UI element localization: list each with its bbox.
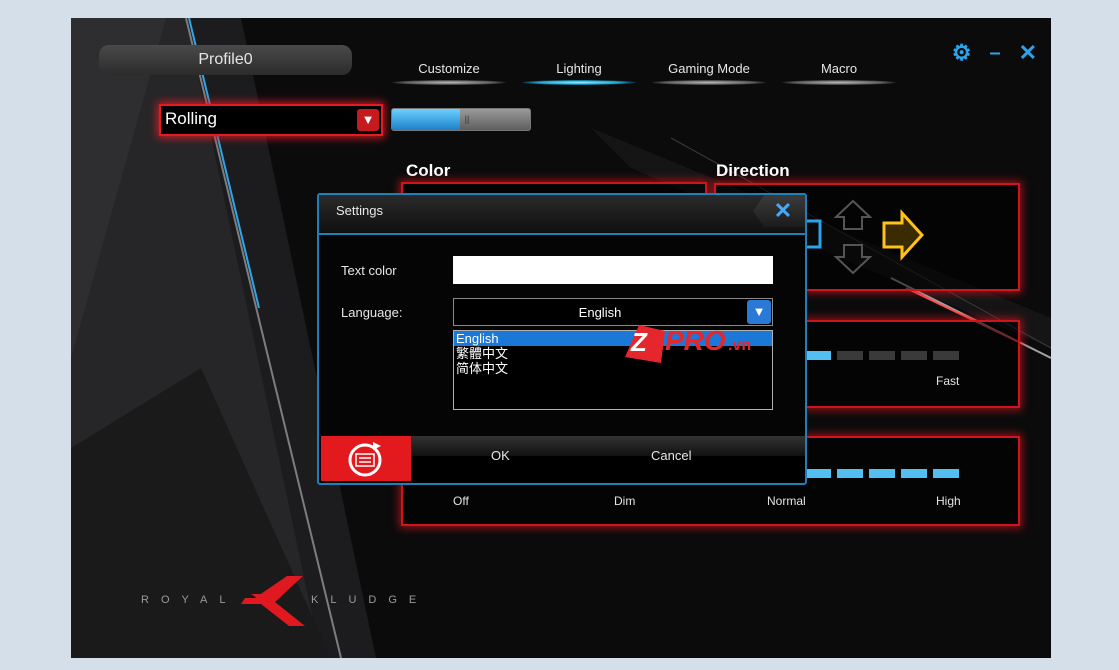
footer-bar [411,436,805,456]
tab-gaming-mode[interactable]: Gaming Mode [644,59,774,85]
text-color-field[interactable] [453,256,773,284]
tab-macro[interactable]: Macro [774,59,904,85]
watermark-pro: PRO [665,325,726,356]
settings-dialog: Settings ✕ Text color Language: English … [317,193,807,485]
cancel-button[interactable]: Cancel [651,448,691,463]
tab-lighting[interactable]: Lighting [514,59,644,85]
tab-customize[interactable]: Customize [384,59,514,85]
brand-left-text: ROYAL [141,594,238,606]
brightness-label-normal: Normal [767,494,806,508]
text-color-label: Text color [341,263,397,278]
ok-button[interactable]: OK [491,448,510,463]
close-icon[interactable]: ✕ [1019,42,1037,64]
keyboard-reset-icon [348,442,382,477]
brightness-label-off: Off [453,494,469,508]
toggle-on-fill [392,109,460,130]
chevron-down-icon[interactable]: ▼ [357,109,379,131]
speed-bar[interactable] [837,351,863,360]
language-option-simplified-chinese[interactable]: 简体中文 [454,361,772,376]
reset-keyboard-button[interactable] [321,436,411,481]
down-arrow-icon [833,244,873,275]
right-arrow-icon [882,209,925,261]
speed-bar[interactable] [805,351,831,360]
toggle-knob[interactable]: || [460,109,474,130]
brightness-label-high: High [936,494,961,508]
up-arrow-icon [833,199,873,230]
window-controls: ⚙ – ✕ [952,42,1037,65]
direction-heading: Direction [716,161,790,180]
brightness-bar[interactable] [933,469,959,478]
speed-bar[interactable] [901,351,927,360]
watermark-domain: .vn [728,337,752,354]
watermark-z: Z [631,327,647,357]
effect-dropdown[interactable]: Rolling ▼ [159,104,383,136]
dialog-footer: OK Cancel [319,436,805,481]
effect-value: Rolling [165,109,217,128]
minimize-icon[interactable]: – [989,42,1000,64]
color-heading: Color [406,161,451,180]
speed-label-fast: Fast [936,374,960,388]
language-dropdown[interactable]: English ▼ [453,298,773,326]
brightness-bar[interactable] [837,469,863,478]
dialog-close-icon[interactable]: ✕ [753,195,805,227]
gear-icon[interactable]: ⚙ [952,42,972,64]
brightness-bar[interactable] [869,469,895,478]
brightness-bar[interactable] [805,469,831,478]
dialog-title-bar: Settings ✕ [319,195,805,235]
language-value: English [578,305,622,320]
speed-bar[interactable] [933,351,959,360]
lighting-toggle[interactable]: || [391,108,531,131]
speed-panel: Fast [801,320,1020,408]
chevron-down-icon[interactable]: ▼ [747,300,771,324]
brightness-bar[interactable] [901,469,927,478]
profile-name[interactable]: Profile0 [99,45,352,75]
speed-bar[interactable] [869,351,895,360]
dialog-title: Settings [336,203,383,218]
brightness-label-dim: Dim [614,494,636,508]
brand-mark-icon [241,576,305,626]
language-label: Language: [341,305,403,320]
tab-bar: Customize Lighting Gaming Mode Macro [384,59,904,85]
brand-right-text: KLUDGE [311,594,429,606]
